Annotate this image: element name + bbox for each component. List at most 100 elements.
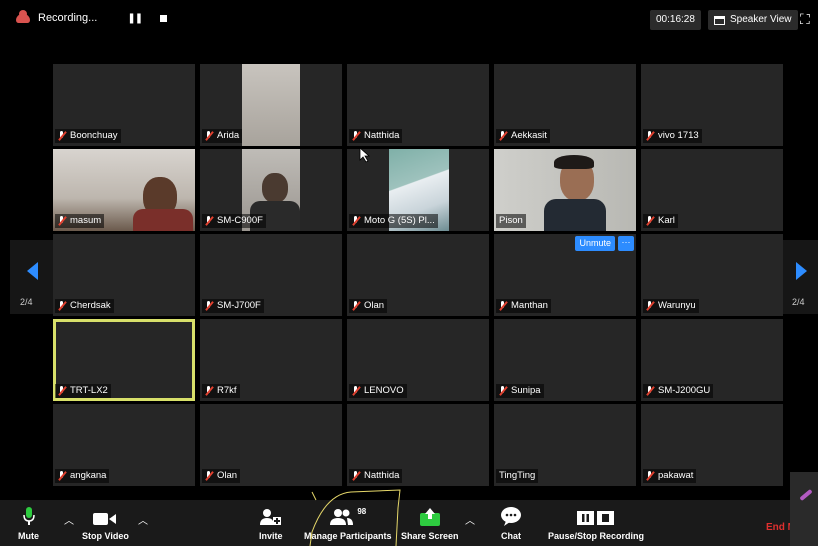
participant-name-tag: masum bbox=[55, 214, 105, 228]
muted-microphone-icon bbox=[499, 386, 506, 396]
participant-name: Warunyu bbox=[658, 300, 696, 311]
participant-name-tag: Olan bbox=[349, 299, 388, 313]
participant-tile[interactable]: Sunipa bbox=[494, 319, 636, 401]
participant-tile[interactable]: TRT-LX2 bbox=[53, 319, 195, 401]
participant-name-tag: Moto G (5S) Pl... bbox=[349, 214, 438, 228]
participant-tile[interactable]: Pison bbox=[494, 149, 636, 231]
participant-name-tag: Manthan bbox=[496, 299, 551, 313]
participant-tile[interactable]: Aekkasit bbox=[494, 64, 636, 146]
muted-microphone-icon bbox=[646, 471, 653, 481]
mute-button[interactable]: Mute bbox=[18, 506, 39, 541]
participant-tile[interactable]: masum bbox=[53, 149, 195, 231]
participant-name-tag: Sunipa bbox=[496, 384, 544, 398]
speaker-view-button[interactable]: Speaker View bbox=[708, 10, 798, 30]
participant-name: Sunipa bbox=[511, 385, 541, 396]
participant-tile[interactable]: TingTing bbox=[494, 404, 636, 486]
participant-tile[interactable]: Karl bbox=[641, 149, 783, 231]
participant-name: TingTing bbox=[499, 470, 536, 481]
invite-button[interactable]: Invite bbox=[259, 506, 283, 541]
muted-microphone-icon bbox=[205, 216, 212, 226]
participant-name-tag: Aekkasit bbox=[496, 129, 550, 143]
participant-tile[interactable]: pakawat bbox=[641, 404, 783, 486]
arrow-left-icon bbox=[27, 262, 38, 280]
video-feed bbox=[242, 64, 300, 146]
muted-microphone-icon bbox=[58, 386, 65, 396]
invite-icon bbox=[259, 506, 282, 526]
tile-hover-controls: Unmute ··· bbox=[575, 236, 634, 251]
unmute-participant-button[interactable]: Unmute bbox=[575, 236, 615, 251]
participant-tile[interactable]: SM-J700F bbox=[200, 234, 342, 316]
participant-name-tag: SM-J200GU bbox=[643, 384, 714, 398]
meeting-toolbar: Mute ︿ Stop Video ︿ Invite 98 Manage Par… bbox=[0, 500, 818, 546]
speaker-view-label: Speaker View bbox=[730, 14, 792, 25]
participant-tile[interactable]: SM-C900F bbox=[200, 149, 342, 231]
participant-name: Cherdsak bbox=[70, 300, 111, 311]
participant-tile[interactable]: Olan bbox=[347, 234, 489, 316]
muted-microphone-icon bbox=[646, 301, 653, 311]
chat-bubble-icon bbox=[500, 506, 522, 526]
participant-name-tag: angkana bbox=[55, 469, 110, 483]
fullscreen-icon[interactable]: ⛶ bbox=[800, 12, 814, 26]
participant-name: Pison bbox=[499, 215, 523, 226]
participant-tile[interactable]: angkana bbox=[53, 404, 195, 486]
participant-name: Olan bbox=[217, 470, 238, 481]
participant-name-tag: TRT-LX2 bbox=[55, 384, 111, 398]
stop-recording-icon[interactable] bbox=[160, 14, 168, 22]
participant-name-tag: TingTing bbox=[496, 469, 539, 483]
more-options-button[interactable]: ··· bbox=[618, 236, 634, 251]
muted-microphone-icon bbox=[58, 216, 65, 226]
muted-microphone-icon bbox=[499, 301, 506, 311]
participant-name-tag: Warunyu bbox=[643, 299, 699, 313]
participant-name: Arida bbox=[217, 130, 240, 141]
muted-microphone-icon bbox=[205, 301, 212, 311]
share-options-caret-icon[interactable]: ︿ bbox=[465, 512, 475, 527]
participant-name: TRT-LX2 bbox=[70, 385, 108, 396]
share-screen-button[interactable]: Share Screen bbox=[401, 506, 459, 541]
participant-tile[interactable]: R7kf bbox=[200, 319, 342, 401]
muted-microphone-icon bbox=[205, 471, 212, 481]
participant-name: angkana bbox=[70, 470, 107, 481]
mute-label: Mute bbox=[18, 531, 39, 541]
participant-tile[interactable]: Boonchuay bbox=[53, 64, 195, 146]
participant-tile[interactable]: Olan bbox=[200, 404, 342, 486]
muted-microphone-icon bbox=[352, 471, 359, 481]
participant-tile[interactable]: Natthida bbox=[347, 404, 489, 486]
participant-name: LENOVO bbox=[364, 385, 404, 396]
participant-tile[interactable]: LENOVO bbox=[347, 319, 489, 401]
participant-name: SM-J200GU bbox=[658, 385, 711, 396]
participant-tile[interactable]: Manthan Unmute ··· bbox=[494, 234, 636, 316]
share-screen-icon bbox=[419, 506, 441, 526]
participant-tile[interactable]: Natthida bbox=[347, 64, 489, 146]
pause-recording-icon[interactable]: ❚❚ bbox=[127, 13, 143, 24]
muted-microphone-icon bbox=[58, 301, 65, 311]
page-indicator-left: 2/4 bbox=[20, 297, 33, 307]
pause-stop-recording-button[interactable]: Pause/Stop Recording bbox=[548, 506, 644, 541]
manage-participants-button[interactable]: 98 Manage Participants bbox=[304, 506, 392, 541]
muted-microphone-icon bbox=[58, 471, 65, 481]
zoom-meeting-window: Recording... ❚❚ 00:16:28 Speaker View ⛶ … bbox=[0, 0, 818, 546]
participant-name: masum bbox=[70, 215, 102, 226]
participant-name: Manthan bbox=[511, 300, 548, 311]
participant-name-tag: Karl bbox=[643, 214, 678, 228]
participant-name-tag: pakawat bbox=[643, 469, 697, 483]
participant-tile[interactable]: Warunyu bbox=[641, 234, 783, 316]
stop-video-button[interactable]: Stop Video bbox=[82, 506, 129, 541]
muted-microphone-icon bbox=[646, 386, 653, 396]
chat-button[interactable]: Chat bbox=[500, 506, 522, 541]
participant-name: Natthida bbox=[364, 470, 400, 481]
participant-name-tag: Olan bbox=[202, 469, 241, 483]
annotation-pen-tab[interactable] bbox=[790, 472, 818, 546]
participant-name: Aekkasit bbox=[511, 130, 547, 141]
participant-tile[interactable]: Cherdsak bbox=[53, 234, 195, 316]
participant-tile[interactable]: SM-J200GU bbox=[641, 319, 783, 401]
chat-label: Chat bbox=[501, 531, 521, 541]
participant-name-tag: Pison bbox=[496, 214, 526, 228]
participant-name-tag: R7kf bbox=[202, 384, 240, 398]
participant-count-badge: 98 bbox=[357, 507, 367, 516]
participant-tile[interactable]: vivo 1713 bbox=[641, 64, 783, 146]
muted-microphone-icon bbox=[646, 216, 653, 226]
participant-tile[interactable]: Arida bbox=[200, 64, 342, 146]
participant-name-tag: vivo 1713 bbox=[643, 129, 702, 143]
video-options-caret-icon[interactable]: ︿ bbox=[138, 512, 148, 527]
audio-options-caret-icon[interactable]: ︿ bbox=[64, 512, 74, 527]
